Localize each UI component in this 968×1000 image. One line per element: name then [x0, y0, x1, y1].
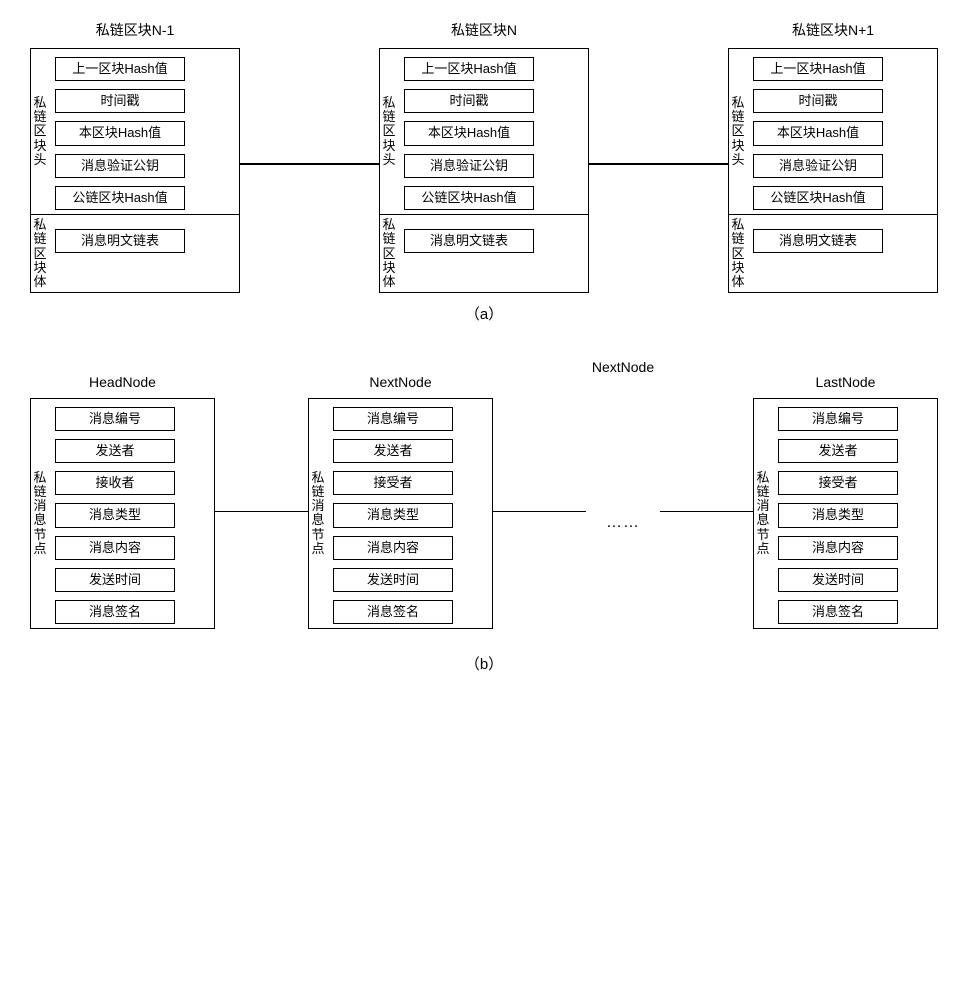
connector-line — [589, 163, 728, 165]
next-node-1: NextNode 私链消息节点 消息编号 发送者 接受者 消息类型 消息内容 发… — [308, 374, 493, 629]
msg-content-field: 消息内容 — [333, 536, 453, 560]
block-title: 私链区块N+1 — [792, 20, 874, 40]
header-fields: 上一区块Hash值 时间戳 本区块Hash值 消息验证公钥 公链区块Hash值 — [747, 49, 893, 214]
receiver-field: 接受者 — [333, 471, 453, 495]
node-frame: 私链消息节点 消息编号 发送者 接受者 消息类型 消息内容 发送时间 消息签名 — [753, 398, 938, 629]
block-header-label: 私链区块头 — [380, 49, 398, 214]
block-title: 私链区块N-1 — [96, 20, 175, 40]
timestamp-field: 时间戳 — [55, 89, 185, 113]
sender-field: 发送者 — [778, 439, 898, 463]
block-title: 私链区块N — [451, 20, 517, 40]
node-side-label: 私链消息节点 — [754, 399, 772, 628]
prev-hash-field: 上一区块Hash值 — [753, 57, 883, 81]
msg-type-field: 消息类型 — [333, 503, 453, 527]
panel-a: 私链区块N-1 私链区块头 上一区块Hash值 时间戳 本区块Hash值 消息验… — [30, 20, 938, 324]
block-header-label: 私链区块头 — [729, 49, 747, 214]
public-chain-hash-field: 公链区块Hash值 — [753, 186, 883, 210]
this-hash-field: 本区块Hash值 — [404, 121, 534, 145]
msg-list-field: 消息明文链表 — [404, 229, 534, 253]
block-n: 私链区块N 私链区块头 上一区块Hash值 时间戳 本区块Hash值 消息验证公… — [379, 20, 589, 293]
pubkey-field: 消息验证公钥 — [404, 154, 534, 178]
msg-content-field: 消息内容 — [778, 536, 898, 560]
msg-type-field: 消息类型 — [778, 503, 898, 527]
node-side-label: 私链消息节点 — [309, 399, 327, 628]
block-header-section: 私链区块头 上一区块Hash值 时间戳 本区块Hash值 消息验证公钥 公链区块… — [31, 49, 239, 214]
connector-line — [240, 163, 379, 165]
msg-sign-field: 消息签名 — [778, 600, 898, 624]
body-fields: 消息明文链表 — [747, 215, 893, 292]
pubkey-field: 消息验证公钥 — [55, 154, 185, 178]
node-title: HeadNode — [89, 374, 156, 390]
receiver-field: 接收者 — [55, 471, 175, 495]
msg-sign-field: 消息签名 — [333, 600, 453, 624]
public-chain-hash-field: 公链区块Hash值 — [404, 186, 534, 210]
send-time-field: 发送时间 — [333, 568, 453, 592]
ellipsis-icon: …… — [586, 514, 660, 532]
node-title: NextNode — [369, 374, 431, 390]
node-section: 私链消息节点 消息编号 发送者 接受者 消息类型 消息内容 发送时间 消息签名 — [309, 399, 492, 628]
panel-b: HeadNode 私链消息节点 消息编号 发送者 接收者 消息类型 消息内容 发… — [30, 359, 938, 674]
receiver-field: 接受者 — [778, 471, 898, 495]
node-title: NextNode — [592, 359, 654, 375]
connector-line — [215, 511, 308, 513]
last-node: LastNode 私链消息节点 消息编号 发送者 接受者 消息类型 消息内容 发… — [753, 374, 938, 629]
send-time-field: 发送时间 — [778, 568, 898, 592]
body-fields: 消息明文链表 — [398, 215, 544, 292]
msg-sign-field: 消息签名 — [55, 600, 175, 624]
block-header-section: 私链区块头 上一区块Hash值 时间戳 本区块Hash值 消息验证公钥 公链区块… — [380, 49, 588, 214]
node-side-label: 私链消息节点 — [31, 399, 49, 628]
node-frame: 私链消息节点 消息编号 发送者 接收者 消息类型 消息内容 发送时间 消息签名 — [30, 398, 215, 629]
msg-id-field: 消息编号 — [333, 407, 453, 431]
block-row-b: HeadNode 私链消息节点 消息编号 发送者 接收者 消息类型 消息内容 发… — [30, 359, 938, 643]
node-fields: 消息编号 发送者 接受者 消息类型 消息内容 发送时间 消息签名 — [772, 399, 908, 628]
timestamp-field: 时间戳 — [404, 89, 534, 113]
sender-field: 发送者 — [333, 439, 453, 463]
block-n-plus-1: 私链区块N+1 私链区块头 上一区块Hash值 时间戳 本区块Hash值 消息验… — [728, 20, 938, 293]
pubkey-field: 消息验证公钥 — [753, 154, 883, 178]
block-frame: 私链区块头 上一区块Hash值 时间戳 本区块Hash值 消息验证公钥 公链区块… — [30, 48, 240, 293]
msg-list-field: 消息明文链表 — [55, 229, 185, 253]
node-fields: 消息编号 发送者 接受者 消息类型 消息内容 发送时间 消息签名 — [327, 399, 463, 628]
ellipsis-hold: …… — [586, 383, 660, 643]
public-chain-hash-field: 公链区块Hash值 — [55, 186, 185, 210]
prev-hash-field: 上一区块Hash值 — [55, 57, 185, 81]
node-section: 私链消息节点 消息编号 发送者 接收者 消息类型 消息内容 发送时间 消息签名 — [31, 399, 214, 628]
node-fields: 消息编号 发送者 接收者 消息类型 消息内容 发送时间 消息签名 — [49, 399, 185, 628]
next-node-ellipsis: NextNode …… — [586, 359, 660, 643]
header-fields: 上一区块Hash值 时间戳 本区块Hash值 消息验证公钥 公链区块Hash值 — [398, 49, 544, 214]
block-body-section: 私链区块体 消息明文链表 — [31, 215, 239, 292]
msg-type-field: 消息类型 — [55, 503, 175, 527]
node-frame: 私链消息节点 消息编号 发送者 接受者 消息类型 消息内容 发送时间 消息签名 — [308, 398, 493, 629]
block-n-minus-1: 私链区块N-1 私链区块头 上一区块Hash值 时间戳 本区块Hash值 消息验… — [30, 20, 240, 293]
prev-hash-field: 上一区块Hash值 — [404, 57, 534, 81]
block-body-section: 私链区块体 消息明文链表 — [380, 215, 588, 292]
block-header-section: 私链区块头 上一区块Hash值 时间戳 本区块Hash值 消息验证公钥 公链区块… — [729, 49, 937, 214]
connector-line — [660, 511, 753, 513]
connector-line — [493, 511, 586, 513]
this-hash-field: 本区块Hash值 — [55, 121, 185, 145]
block-body-section: 私链区块体 消息明文链表 — [729, 215, 937, 292]
this-hash-field: 本区块Hash值 — [753, 121, 883, 145]
sender-field: 发送者 — [55, 439, 175, 463]
node-section: 私链消息节点 消息编号 发送者 接受者 消息类型 消息内容 发送时间 消息签名 — [754, 399, 937, 628]
panel-b-label: （b） — [30, 653, 938, 674]
head-node: HeadNode 私链消息节点 消息编号 发送者 接收者 消息类型 消息内容 发… — [30, 374, 215, 629]
block-row-a: 私链区块N-1 私链区块头 上一区块Hash值 时间戳 本区块Hash值 消息验… — [30, 20, 938, 293]
body-fields: 消息明文链表 — [49, 215, 195, 292]
header-fields: 上一区块Hash值 时间戳 本区块Hash值 消息验证公钥 公链区块Hash值 — [49, 49, 195, 214]
node-title: LastNode — [816, 374, 876, 390]
block-frame: 私链区块头 上一区块Hash值 时间戳 本区块Hash值 消息验证公钥 公链区块… — [728, 48, 938, 293]
msg-id-field: 消息编号 — [55, 407, 175, 431]
send-time-field: 发送时间 — [55, 568, 175, 592]
msg-content-field: 消息内容 — [55, 536, 175, 560]
panel-a-label: （a） — [30, 303, 938, 324]
block-header-label: 私链区块头 — [31, 49, 49, 214]
block-body-label: 私链区块体 — [729, 215, 747, 292]
block-frame: 私链区块头 上一区块Hash值 时间戳 本区块Hash值 消息验证公钥 公链区块… — [379, 48, 589, 293]
block-body-label: 私链区块体 — [31, 215, 49, 292]
timestamp-field: 时间戳 — [753, 89, 883, 113]
block-body-label: 私链区块体 — [380, 215, 398, 292]
msg-list-field: 消息明文链表 — [753, 229, 883, 253]
msg-id-field: 消息编号 — [778, 407, 898, 431]
